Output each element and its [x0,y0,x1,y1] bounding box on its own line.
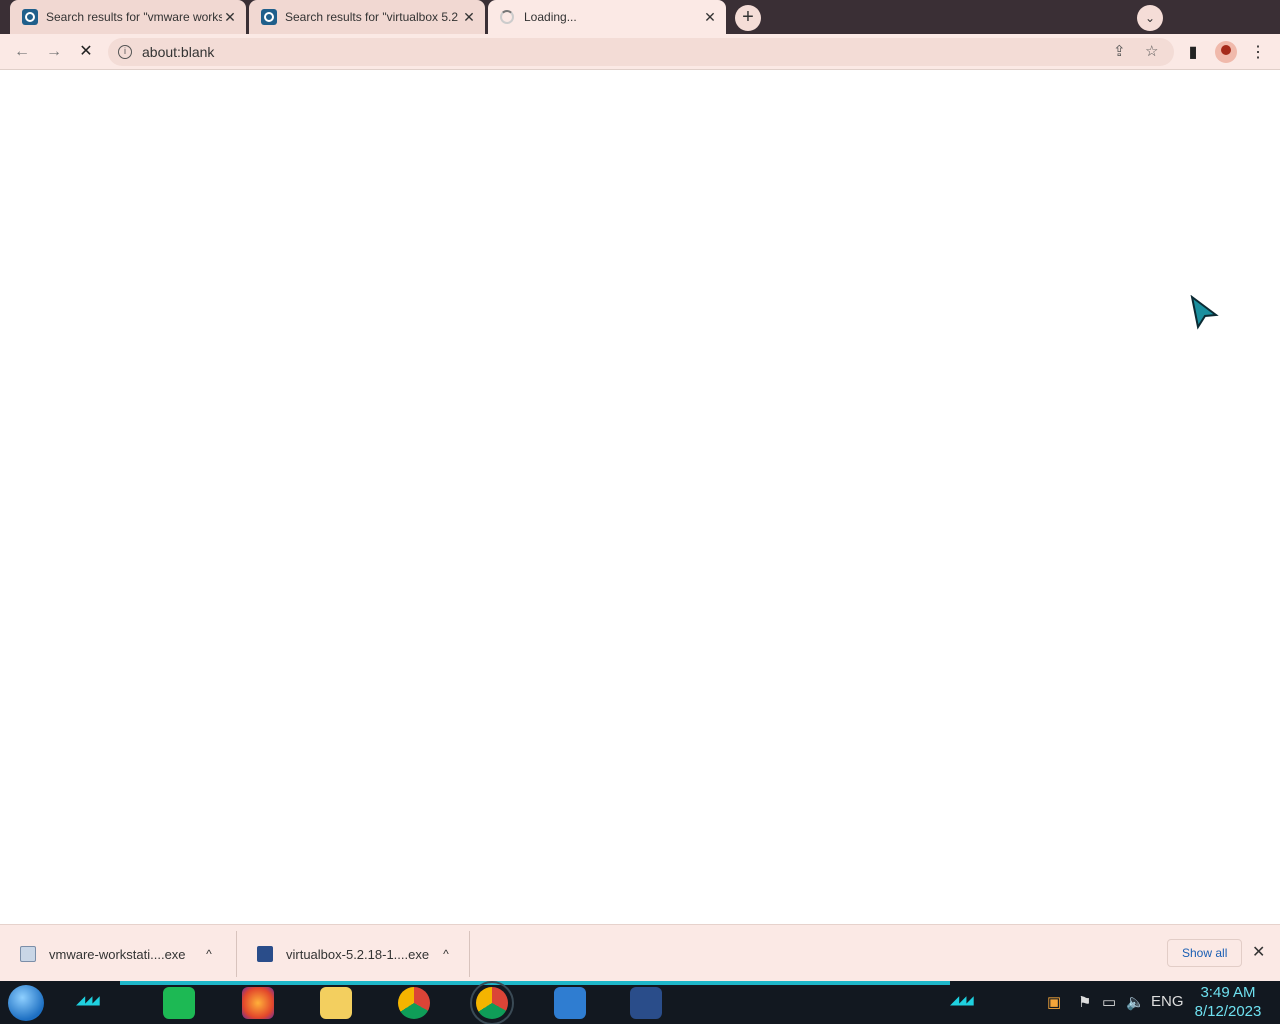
virtualbox-icon [257,946,273,962]
download-filename: virtualbox-5.2.18-1....exe [286,946,430,962]
chrome-profile-app-icon[interactable] [470,981,514,1024]
taskbar-accent-line [120,981,950,985]
tab-title: Search results for "vmware works [46,10,222,24]
volume-icon[interactable]: 🔈 [1126,993,1145,1011]
chevron-up-icon[interactable]: ^ [436,947,456,961]
loading-spinner-icon [500,10,514,24]
network-icon[interactable]: ▭ [1102,993,1116,1011]
new-tab-button[interactable]: + [735,5,761,31]
vmware-app-icon[interactable] [554,987,586,1019]
share-icon[interactable]: ⇪ [1113,42,1126,62]
chevron-up-icon[interactable]: ^ [199,947,219,961]
tab-search-menu-button[interactable]: ⌄ [1137,5,1163,31]
bookmark-star-icon[interactable]: ☆ [1145,42,1158,62]
file-explorer-app-icon[interactable] [320,987,352,1019]
tab-close-icon[interactable]: ✕ [222,9,238,26]
tab-title: Loading... [524,10,577,24]
tab-search-virtualbox[interactable]: Search results for "virtualbox 5.2 ✕ [249,0,485,34]
download-item[interactable]: vmware-workstati....exe ^ [0,931,237,977]
taskbar-decoration-icon: ◢◢◢ [76,993,100,1007]
address-bar[interactable]: i about:blank ⇪ ☆ [108,38,1174,66]
tab-loading[interactable]: Loading... ✕ [488,0,726,34]
vmware-installer-icon [20,946,36,962]
side-panel-icon[interactable]: ▮ [1183,42,1203,62]
tab-strip: Search results for "vmware works ✕ Searc… [0,0,1280,34]
tab-title: Search results for "virtualbox 5.2 [285,10,459,24]
close-downloads-bar-icon[interactable]: ✕ [1252,942,1265,962]
taskbar: ◢◢◢ ◢◢◢ ▣ ⚑ ▭ 🔈 ENG 3:49 AM 8/12/2023 [0,981,1280,1024]
clock-date: 8/12/2023 [1194,1003,1262,1020]
start-button[interactable] [8,985,44,1021]
language-indicator[interactable]: ENG [1151,993,1184,1010]
spotify-app-icon[interactable] [163,987,195,1019]
download-item[interactable]: virtualbox-5.2.18-1....exe ^ [237,931,470,977]
browser-toolbar: ← → ✕ i about:blank ⇪ ☆ ▮ ⋮ [0,34,1280,70]
browser-menu-icon[interactable]: ⋮ [1248,42,1268,62]
mouse-cursor-icon [1190,295,1219,330]
tab-close-icon[interactable]: ✕ [461,9,477,26]
site-info-icon[interactable]: i [118,45,132,59]
clock-time: 3:49 AM [1200,984,1256,1001]
tab-close-icon[interactable]: ✕ [702,9,718,26]
downloads-bar: vmware-workstati....exe ^ virtualbox-5.2… [0,924,1280,981]
site-favicon-icon [261,9,277,25]
site-favicon-icon [22,9,38,25]
address-url[interactable]: about:blank [142,44,214,60]
stop-loading-button[interactable]: ✕ [74,40,98,64]
tab-search-vmware[interactable]: Search results for "vmware works ✕ [10,0,246,34]
tray-app-icon[interactable]: ▣ [1047,993,1061,1011]
taskbar-decoration-icon: ◢◢◢ [950,993,974,1007]
chrome-app-icon[interactable] [398,987,430,1019]
firefox-app-icon[interactable] [242,987,274,1019]
forward-button[interactable]: → [42,40,66,64]
clock[interactable]: 3:49 AM 8/12/2023 [1190,984,1266,1022]
flag-icon[interactable]: ⚑ [1078,993,1091,1011]
virtualbox-app-icon[interactable] [630,987,662,1019]
download-filename: vmware-workstati....exe [49,946,186,962]
back-button[interactable]: ← [10,40,34,64]
profile-avatar[interactable] [1215,41,1237,63]
show-all-downloads-button[interactable]: Show all [1167,939,1243,967]
page-content [0,71,1280,924]
